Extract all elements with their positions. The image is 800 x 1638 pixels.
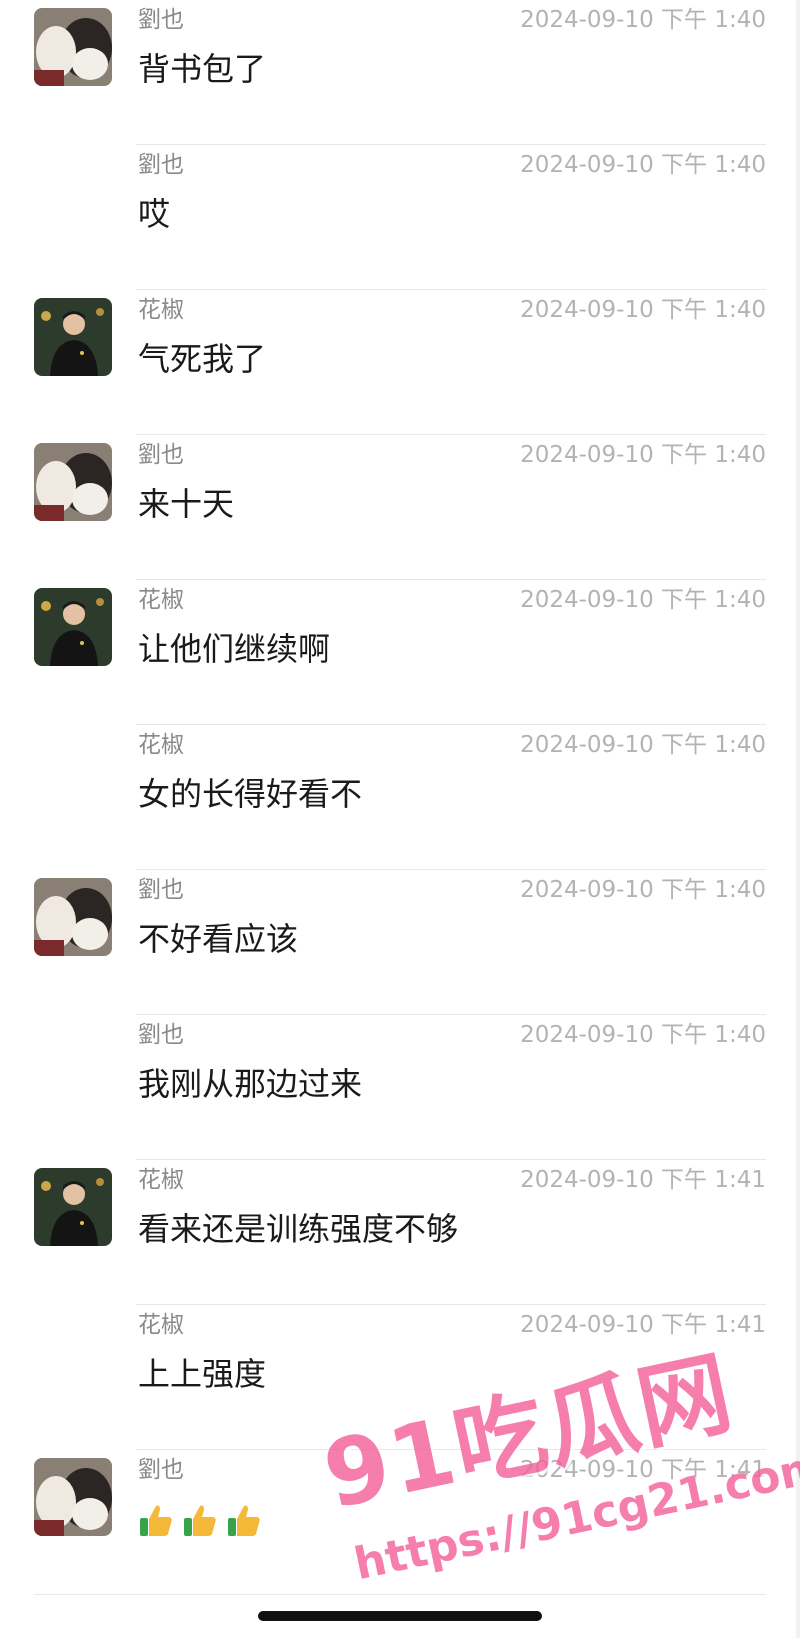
message-text: 气死我了 <box>138 340 267 378</box>
person-avatar-icon <box>34 298 112 376</box>
sender-name: 劉也 <box>138 7 184 33</box>
thumbs-up-icon <box>140 1505 172 1536</box>
thumbs-up-icon <box>184 1505 216 1536</box>
avatar[interactable] <box>34 1458 112 1536</box>
home-indicator[interactable] <box>258 1611 542 1621</box>
sender-name: 花椒 <box>138 732 184 758</box>
chat-message[interactable]: 劉也 2024-09-10 下午 1:40 背书包了 <box>0 0 800 145</box>
person-avatar-icon <box>34 1168 112 1246</box>
chat-message[interactable]: 劉也 2024-09-10 下午 1:40 哎 <box>0 145 800 290</box>
message-timestamp: 2024-09-10 下午 1:41 <box>520 1167 766 1193</box>
person-avatar-icon <box>34 588 112 666</box>
avatar[interactable] <box>34 443 112 521</box>
message-timestamp: 2024-09-10 下午 1:40 <box>520 297 766 323</box>
chat-message[interactable]: 劉也 2024-09-10 下午 1:40 我刚从那边过来 <box>0 1015 800 1160</box>
sender-name: 花椒 <box>138 587 184 613</box>
cat-avatar-icon <box>34 878 112 956</box>
message-text: 女的长得好看不 <box>138 775 363 813</box>
sender-name: 劉也 <box>138 877 184 903</box>
sender-name: 花椒 <box>138 1167 184 1193</box>
message-text: 背书包了 <box>138 50 267 88</box>
chat-message[interactable]: 花椒 2024-09-10 下午 1:40 气死我了 <box>0 290 800 435</box>
message-timestamp: 2024-09-10 下午 1:41 <box>520 1312 766 1338</box>
message-text: 不好看应该 <box>138 920 299 958</box>
message-text: 让他们继续啊 <box>138 630 331 668</box>
message-text: 哎 <box>138 195 171 233</box>
chat-message[interactable]: 花椒 2024-09-10 下午 1:41 看来还是训练强度不够 <box>0 1160 800 1305</box>
message-timestamp: 2024-09-10 下午 1:40 <box>520 1022 766 1048</box>
message-timestamp: 2024-09-10 下午 1:40 <box>520 7 766 33</box>
message-timestamp: 2024-09-10 下午 1:41 <box>520 1457 766 1483</box>
thumbs-up-icon <box>228 1505 260 1536</box>
message-timestamp: 2024-09-10 下午 1:40 <box>520 442 766 468</box>
sender-name: 花椒 <box>138 1312 184 1338</box>
sender-name: 劉也 <box>138 1022 184 1048</box>
chat-message[interactable]: 劉也 2024-09-10 下午 1:40 不好看应该 <box>0 870 800 1015</box>
message-timestamp: 2024-09-10 下午 1:40 <box>520 152 766 178</box>
cat-avatar-icon <box>34 1458 112 1536</box>
avatar[interactable] <box>34 588 112 666</box>
avatar[interactable] <box>34 878 112 956</box>
sender-name: 劉也 <box>138 442 184 468</box>
chat-message[interactable]: 花椒 2024-09-10 下午 1:41 上上强度 <box>0 1305 800 1450</box>
message-text: 来十天 <box>138 485 235 523</box>
avatar[interactable] <box>34 298 112 376</box>
scroll-edge <box>796 0 800 1638</box>
sender-name: 花椒 <box>138 297 184 323</box>
message-timestamp: 2024-09-10 下午 1:40 <box>520 587 766 613</box>
chat-message-list: 劉也 2024-09-10 下午 1:40 背书包了 劉也 2024-09-10… <box>0 0 800 1595</box>
avatar[interactable] <box>34 8 112 86</box>
message-timestamp: 2024-09-10 下午 1:40 <box>520 877 766 903</box>
chat-message[interactable]: 花椒 2024-09-10 下午 1:40 让他们继续啊 <box>0 580 800 725</box>
message-emoji <box>138 1498 262 1548</box>
avatar[interactable] <box>34 1168 112 1246</box>
message-text: 上上强度 <box>138 1355 267 1393</box>
message-text: 我刚从那边过来 <box>138 1065 363 1103</box>
sender-name: 劉也 <box>138 152 184 178</box>
divider <box>34 1594 766 1595</box>
sender-name: 劉也 <box>138 1457 184 1483</box>
message-text: 看来还是训练强度不够 <box>138 1210 459 1248</box>
chat-message[interactable]: 劉也 2024-09-10 下午 1:41 <box>0 1450 800 1595</box>
chat-message[interactable]: 花椒 2024-09-10 下午 1:40 女的长得好看不 <box>0 725 800 870</box>
message-timestamp: 2024-09-10 下午 1:40 <box>520 732 766 758</box>
cat-avatar-icon <box>34 443 112 521</box>
cat-avatar-icon <box>34 8 112 86</box>
chat-message[interactable]: 劉也 2024-09-10 下午 1:40 来十天 <box>0 435 800 580</box>
